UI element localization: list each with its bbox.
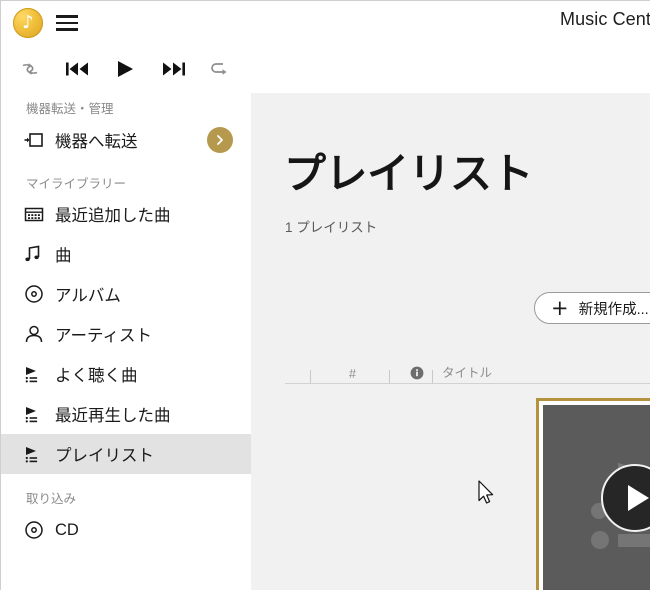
column-number[interactable]: # xyxy=(349,367,356,381)
sidebar-group-label-transfer: 機器転送・管理 xyxy=(26,102,114,116)
column-title[interactable]: タイトル xyxy=(442,362,492,381)
column-headers: # タイトル xyxy=(285,361,650,383)
playlist-card[interactable]: L'Arc〜en〜Ciel 0 曲, 00:00 xyxy=(536,398,650,590)
previous-button[interactable] xyxy=(56,45,98,93)
sidebar-item-label: よく聴く曲 xyxy=(55,367,138,385)
page-title: プレイリスト xyxy=(284,150,534,197)
playlist-play-icon xyxy=(23,402,49,426)
playlist-play-icon xyxy=(23,442,49,466)
chevron-right-icon xyxy=(217,135,223,145)
hamburger-menu-icon[interactable] xyxy=(54,12,80,34)
sidebar-item-label: プレイリスト xyxy=(55,447,154,465)
sidebar-item-label: 機器へ転送 xyxy=(55,133,138,151)
sidebar-group-label-library: マイライブラリー xyxy=(26,177,127,191)
column-divider[interactable] xyxy=(389,370,390,383)
sidebar-item-cd[interactable]: CD xyxy=(1,510,251,550)
transfer-go-button[interactable] xyxy=(207,127,233,153)
shuffle-icon xyxy=(22,63,38,75)
sidebar-item-recently-added[interactable]: 最近追加した曲 xyxy=(1,194,251,234)
play-icon xyxy=(118,61,133,77)
column-divider[interactable] xyxy=(432,370,433,383)
placeholder-bar xyxy=(618,534,650,547)
placeholder-dot xyxy=(591,531,609,549)
artist-person-icon xyxy=(23,322,49,346)
sidebar-item-label: アルバム xyxy=(55,287,121,305)
transport-controls xyxy=(1,45,650,93)
music-center-window: ♪ Music Cent 機器転送・管理 機器へ転送 マイライブラリー 最近追加… xyxy=(0,0,650,590)
sidebar-item-albums[interactable]: アルバム xyxy=(1,274,251,314)
next-track-icon xyxy=(163,62,185,76)
info-icon[interactable] xyxy=(410,366,424,380)
repeat-icon xyxy=(211,63,227,75)
sidebar-item-label: アーティスト xyxy=(55,327,153,345)
column-header-rule xyxy=(285,383,650,384)
recently-added-icon xyxy=(23,202,49,226)
new-playlist-label: 新規作成... xyxy=(578,301,649,318)
main-content: プレイリスト 1 プレイリスト + 新規作成... # タイトル xyxy=(251,93,650,590)
title-bar: ♪ Music Cent xyxy=(1,1,650,45)
sidebar-item-label: CD xyxy=(55,520,79,539)
card-play-button[interactable] xyxy=(601,464,650,532)
sidebar-group-label-import: 取り込み xyxy=(26,492,77,506)
sidebar-item-label: 最近追加した曲 xyxy=(55,207,171,225)
sidebar-item-playlists[interactable]: プレイリスト xyxy=(1,434,251,474)
playlist-thumbnail[interactable] xyxy=(543,405,650,590)
sidebar-item-recently-played[interactable]: 最近再生した曲 xyxy=(1,394,251,434)
previous-track-icon xyxy=(66,62,88,76)
play-button[interactable] xyxy=(104,45,146,93)
new-playlist-button[interactable]: + 新規作成... xyxy=(534,292,650,324)
sidebar-item-label: 最近再生した曲 xyxy=(55,407,171,425)
playlist-count: 1 プレイリスト xyxy=(285,220,378,235)
shuffle-button[interactable] xyxy=(11,45,49,93)
sidebar-item-songs[interactable]: 曲 xyxy=(1,234,251,274)
repeat-button[interactable] xyxy=(201,45,239,93)
sidebar-item-label: 曲 xyxy=(55,247,72,265)
sidebar-item-transfer-to-device[interactable]: 機器へ転送 xyxy=(1,120,251,160)
cd-disc-icon xyxy=(23,518,49,542)
playlist-play-icon xyxy=(23,362,49,386)
play-icon xyxy=(627,485,649,511)
sidebar: 機器転送・管理 機器へ転送 マイライブラリー 最近追加した曲 曲 アルバム アー… xyxy=(1,93,251,590)
album-disc-icon xyxy=(23,282,49,306)
music-note-icon xyxy=(23,242,49,266)
transfer-to-device-icon xyxy=(23,128,49,152)
column-divider[interactable] xyxy=(310,370,311,383)
music-note-disc-icon: ♪ xyxy=(13,8,43,38)
sidebar-item-most-played[interactable]: よく聴く曲 xyxy=(1,354,251,394)
next-button[interactable] xyxy=(153,45,195,93)
sidebar-item-artists[interactable]: アーティスト xyxy=(1,314,251,354)
window-title: Music Cent xyxy=(559,9,650,29)
